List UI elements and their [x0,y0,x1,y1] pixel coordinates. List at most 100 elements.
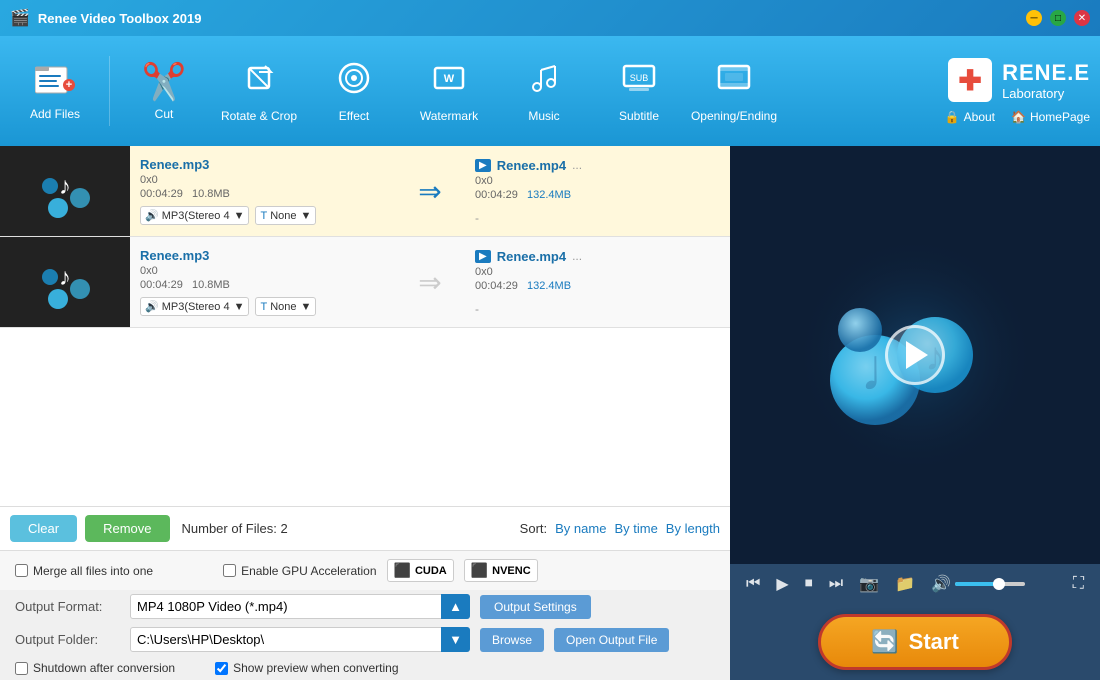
output-more-1[interactable]: ... [572,158,582,172]
output-more-2[interactable]: ... [572,249,582,263]
file-name-2: Renee.mp3 [140,248,385,263]
audio-track-select-2[interactable]: 🔊 MP3(Stereo 4 ▼ [140,297,249,316]
right-panel: ♩ ♪ ⏮ ▶ ⏹ ⏭ 📷 📁 🔊 [730,146,1100,680]
bottom-options: Shutdown after conversion Show preview w… [0,656,730,680]
app-icon: 🎬 [10,8,30,28]
preview-checkbox[interactable] [215,662,228,675]
output-name-2: Renee.mp4 [497,249,566,264]
title-bar: 🎬 Renee Video Toolbox 2019 ─ □ ✕ [0,0,1100,36]
output-info-1: ▶ Renee.mp4 ... 0x0 00:04:29 132.4MB - [465,146,730,236]
audio-track-select-1[interactable]: 🔊 MP3(Stereo 4 ▼ [140,206,249,225]
opening-label: Opening/Ending [691,109,777,123]
t-icon-2: T [260,301,267,313]
file-dims-2: 0x0 [140,265,385,277]
remove-button[interactable]: Remove [85,515,169,542]
volume-track[interactable] [955,582,1025,586]
output-settings-button[interactable]: Output Settings [480,595,591,619]
prev-button[interactable]: ⏮ [742,573,764,595]
toolbar-item-subtitle[interactable]: SUB Subtitle [594,46,684,136]
output-folder-label: Output Folder: [15,632,120,647]
convert-arrow-1: ⇒ [395,146,465,236]
subtitle-select-1[interactable]: T None ▼ [255,206,316,225]
volume-fill [955,582,997,586]
toolbar-item-opening[interactable]: Opening/Ending [689,46,779,136]
close-button[interactable]: ✕ [1074,10,1090,26]
sort-by-name[interactable]: By name [555,521,606,536]
toolbar-item-rotate[interactable]: Rotate & Crop [214,46,304,136]
about-link[interactable]: 🔒 About [945,110,995,124]
fullscreen-button[interactable]: ⛶ [1069,573,1088,595]
folder-input[interactable] [130,627,470,652]
sidebar-item-add-files[interactable]: + Add Files [10,46,100,136]
shutdown-checkbox-label[interactable]: Shutdown after conversion [15,661,175,675]
rotate-icon [241,60,277,105]
subtitle-label-1: None [270,210,296,222]
next-button[interactable]: ⏭ [825,573,847,595]
effect-icon [336,60,372,105]
window-controls: ─ □ ✕ [1026,10,1090,26]
minimize-button[interactable]: ─ [1026,10,1042,26]
start-area: 🔄 Start [730,604,1100,680]
file-info-2: Renee.mp3 0x0 00:04:29 10.8MB 🔊 MP3(Ster… [130,237,395,327]
svg-text:SUB: SUB [630,73,649,83]
cuda-badge: ⬛ CUDA [387,559,454,582]
sub-dropdown-arrow: ▼ [301,210,312,222]
folder-wrapper: ▼ [130,627,470,652]
open-output-button[interactable]: Open Output File [554,628,669,652]
screenshot-button[interactable]: 📷 [855,572,883,596]
toolbar-item-watermark[interactable]: W Watermark [404,46,494,136]
toolbar-item-cut[interactable]: ✂️ Cut [119,46,209,136]
volume-icon: 🔊 [931,574,951,594]
sort-by-time[interactable]: By time [614,521,657,536]
start-label: Start [909,629,959,655]
svg-text:♪: ♪ [59,264,71,291]
shutdown-checkbox[interactable] [15,662,28,675]
watermark-label: Watermark [420,109,478,123]
output-format-row: Output Format: MP4 1080P Video (*.mp4) ▲… [0,590,730,623]
volume-slider[interactable]: 🔊 [931,574,1025,594]
maximize-button[interactable]: □ [1050,10,1066,26]
browse-button[interactable]: Browse [480,628,544,652]
gpu-checkbox[interactable] [223,564,236,577]
toolbar-item-effect[interactable]: Effect [309,46,399,136]
output-dims-1: 0x0 [475,175,720,187]
folder-button[interactable]: 📁 [891,572,919,596]
preview-checkbox-label[interactable]: Show preview when converting [215,661,398,675]
sort-by-length[interactable]: By length [666,521,720,536]
output-info-2: ▶ Renee.mp4 ... 0x0 00:04:29 132.4MB - [465,237,730,327]
subtitle-label-2: None [270,301,296,313]
output-dims-2: 0x0 [475,266,720,278]
toolbar-links: 🔒 About 🏠 HomePage [945,110,1090,124]
brand-icon: ✚ [948,58,992,102]
toolbar-item-music[interactable]: Music [499,46,589,136]
start-button[interactable]: 🔄 Start [818,614,1012,670]
subtitle-select-2[interactable]: T None ▼ [255,297,316,316]
file-name-1: Renee.mp3 [140,157,385,172]
svg-text:+: + [66,79,72,91]
homepage-link[interactable]: 🏠 HomePage [1011,110,1090,124]
audio-track-label-2: MP3(Stereo 4 [162,301,230,313]
opening-icon [716,60,752,105]
file-thumbnail-2: ♪ [0,237,130,327]
output-duration-2: 00:04:29 132.4MB [475,280,720,292]
merge-checkbox-label[interactable]: Merge all files into one [15,564,153,578]
format-select[interactable]: MP4 1080P Video (*.mp4) [130,594,470,619]
table-row: ♪ Renee.mp3 0x0 00:04:29 10.8MB 🔊 MP3(St… [0,237,730,328]
action-bar: Clear Remove Number of Files: 2 Sort: By… [0,507,730,551]
start-icon: 🔄 [871,629,898,655]
output-name-1: Renee.mp4 [497,158,566,173]
table-row: ♪ Renee.mp3 0x0 00:04:29 10.8MB 🔊 MP3(St… [0,146,730,237]
player-controls: ⏮ ▶ ⏹ ⏭ 📷 📁 🔊 ⛶ [730,564,1100,604]
stop-button[interactable]: ⏹ [801,573,817,595]
play-button[interactable] [885,325,945,385]
cut-icon: ✂️ [142,61,187,103]
merge-checkbox[interactable] [15,564,28,577]
audio-dropdown-arrow-2: ▼ [234,301,245,313]
volume-thumb[interactable] [993,578,1005,590]
audio-dropdown-arrow: ▼ [234,210,245,222]
gpu-checkbox-label[interactable]: Enable GPU Acceleration [223,564,376,578]
play-ctrl-button[interactable]: ▶ [772,572,792,596]
clear-button[interactable]: Clear [10,515,77,542]
preview-area: ♩ ♪ [730,146,1100,564]
toolbar-separator [109,56,110,126]
